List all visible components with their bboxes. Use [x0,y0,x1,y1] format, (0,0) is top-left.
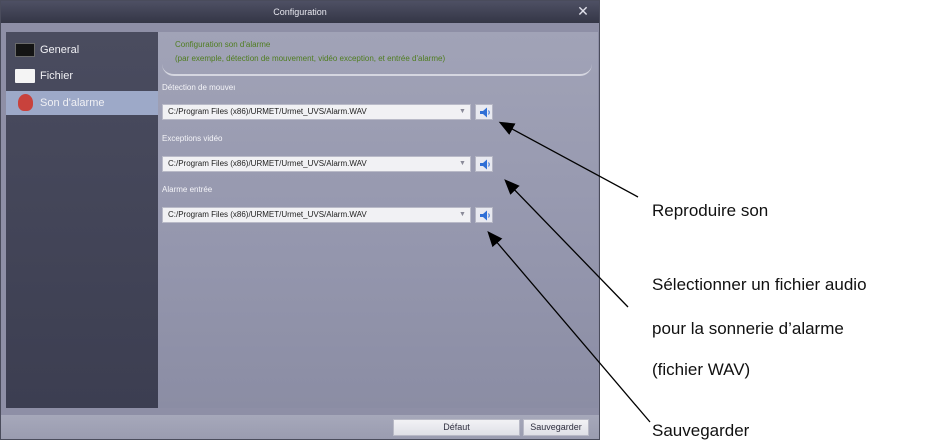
arrow-to-play-button [498,121,639,198]
callout-select-line2: pour la sonnerie d’alarme [652,319,844,338]
callout-select-line3: (fichier WAV) [652,360,751,379]
arrow-to-file-select [504,179,629,308]
callout-play-sound: Reproduire son [652,201,769,220]
callout-save: Sauvegarder [652,421,750,440]
callout-select-line1: Sélectionner un fichier audio [652,275,867,294]
callout-arrows [487,121,651,423]
arrow-to-save [487,231,651,423]
